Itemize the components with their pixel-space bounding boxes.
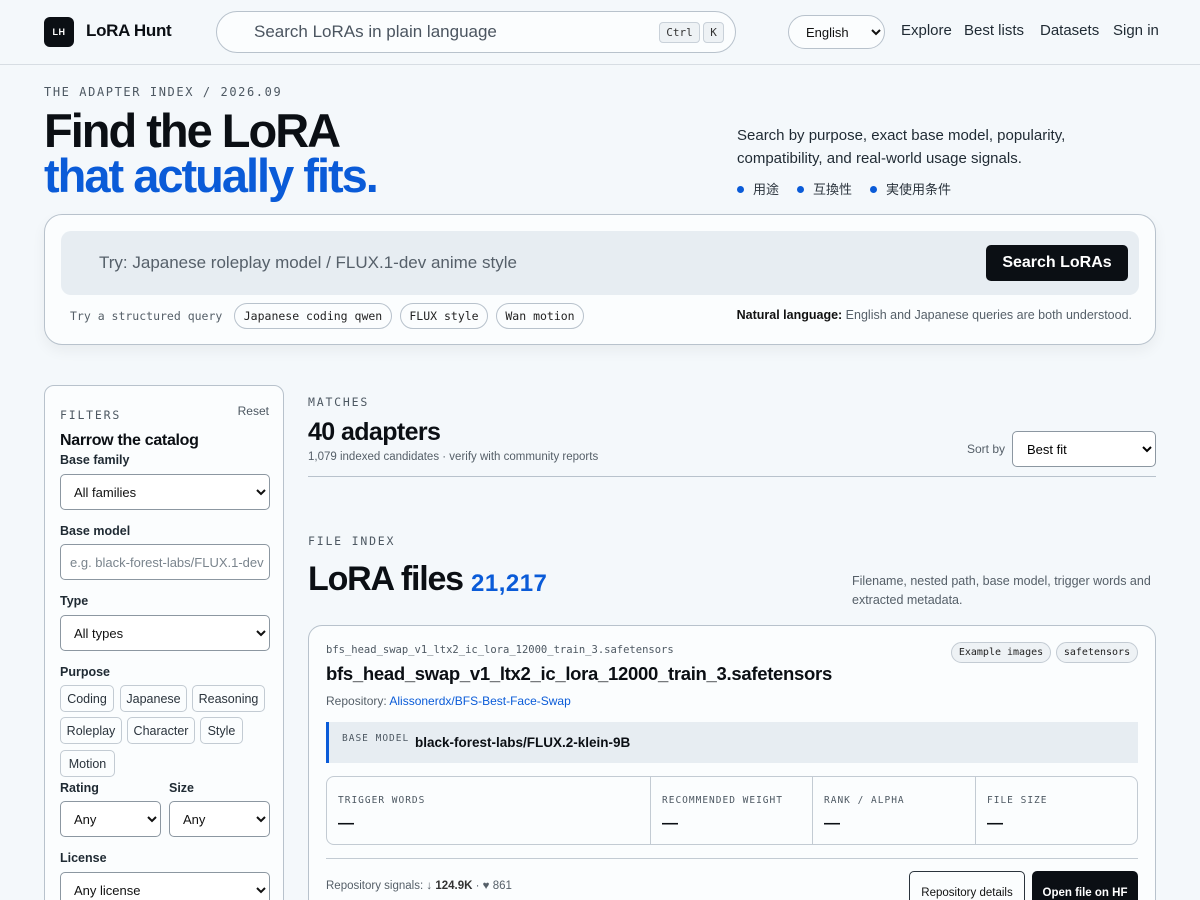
nav-datasets[interactable]: Datasets xyxy=(1040,22,1099,39)
stat-file-size: FILE SIZE — xyxy=(976,777,1137,844)
open-file-on-hf-button[interactable]: Open file on HF xyxy=(1032,871,1138,900)
hero-description: Search by purpose, exact base model, pop… xyxy=(737,127,1066,167)
file-index-count: 21,217 xyxy=(471,570,548,597)
file-stats: TRIGGER WORDS — RECOMMENDED WEIGHT — RAN… xyxy=(326,776,1138,845)
matches-eyebrow: MATCHES xyxy=(308,395,370,409)
brand-logo[interactable]: LH xyxy=(44,17,74,47)
purpose-chip-roleplay[interactable]: Roleplay xyxy=(60,717,122,744)
file-card[interactable]: bfs_head_swap_v1_ltx2_ic_lora_12000_trai… xyxy=(308,625,1156,900)
shortcut-k-key: K xyxy=(703,22,724,43)
stat-label: TRIGGER WORDS xyxy=(338,795,426,806)
stat-value: — xyxy=(338,815,354,832)
rating-select[interactable]: Any xyxy=(60,801,161,837)
badge-safetensors: safetensors xyxy=(1056,642,1138,663)
hero-title-line2: that actually fits. xyxy=(44,149,379,202)
filters-sidebar: FILTERS Reset Narrow the catalog Base fa… xyxy=(44,385,284,900)
natural-language-label: Natural language: xyxy=(736,308,843,322)
stat-rank-alpha: RANK / ALPHA — xyxy=(813,777,976,844)
hero-tag-compatibility: 互換性 xyxy=(797,179,852,198)
type-label: Type xyxy=(60,594,89,608)
card-divider xyxy=(326,858,1138,859)
base-model-value: black-forest-labs/FLUX.2-klein-9B xyxy=(415,735,631,750)
repository-label: Repository: xyxy=(326,694,387,708)
base-model-input[interactable] xyxy=(60,544,270,580)
filters-title: Narrow the catalog xyxy=(60,432,199,449)
stat-value: — xyxy=(987,815,1003,832)
download-count: 124.9K xyxy=(435,880,473,892)
matches-count: 40 adapters xyxy=(308,418,441,446)
signals-separator: · xyxy=(475,880,480,892)
stat-recommended-weight: RECOMMENDED WEIGHT — xyxy=(651,777,813,844)
sort-select[interactable]: Best fit xyxy=(1012,431,1156,467)
license-select[interactable]: Any license xyxy=(60,872,270,900)
purpose-chip-japanese[interactable]: Japanese xyxy=(120,685,187,712)
rating-label: Rating xyxy=(60,781,99,795)
base-model-label: Base model xyxy=(60,524,131,538)
main-search-card: Search LoRAs Try a structured query Japa… xyxy=(44,214,1156,345)
size-select[interactable]: Any xyxy=(169,801,270,837)
purpose-chip-reasoning[interactable]: Reasoning xyxy=(192,685,265,712)
filters-reset-button[interactable]: Reset xyxy=(238,404,269,418)
brand-name[interactable]: LoRA Hunt xyxy=(86,21,172,41)
file-index-title: LoRA files xyxy=(308,560,464,598)
stat-value: — xyxy=(662,815,678,832)
nav-best-lists[interactable]: Best lists xyxy=(964,22,1024,39)
stat-value: — xyxy=(824,815,840,832)
stat-label: FILE SIZE xyxy=(987,795,1048,806)
structured-query-label: Try a structured query xyxy=(70,309,223,323)
file-path: bfs_head_swap_v1_ltx2_ic_lora_12000_trai… xyxy=(326,644,674,656)
file-name[interactable]: bfs_head_swap_v1_ltx2_ic_lora_12000_trai… xyxy=(326,663,832,685)
shortcut-ctrl-key: Ctrl xyxy=(659,22,700,43)
natural-language-text: English and Japanese queries are both un… xyxy=(842,308,1132,322)
stat-label: RANK / ALPHA xyxy=(824,795,905,806)
matches-divider xyxy=(308,476,1156,477)
purpose-chip-motion[interactable]: Motion xyxy=(60,750,115,777)
purpose-label: Purpose xyxy=(60,665,111,679)
language-select[interactable]: English xyxy=(788,15,885,49)
natural-language-note: Natural language: English and Japanese q… xyxy=(737,308,1132,322)
base-family-select[interactable]: All families xyxy=(60,474,270,510)
base-model-box: BASE MODEL black-forest-labs/FLUX.2-klei… xyxy=(326,722,1138,763)
size-label: Size xyxy=(169,781,195,795)
main-search-bar[interactable]: Search LoRAs xyxy=(61,231,1139,295)
matches-subtitle: 1,079 indexed candidates · verify with c… xyxy=(308,451,599,463)
stat-label: RECOMMENDED WEIGHT xyxy=(662,795,783,806)
query-chip-flux-style[interactable]: FLUX style xyxy=(400,303,488,329)
repository-details-button[interactable]: Repository details xyxy=(909,871,1025,900)
header-search[interactable]: Ctrl K xyxy=(216,11,736,53)
logo-text: LH xyxy=(52,27,66,37)
nav-sign-in[interactable]: Sign in xyxy=(1113,22,1159,39)
query-chip-wan-motion[interactable]: Wan motion xyxy=(496,303,584,329)
base-family-label: Base family xyxy=(60,453,130,467)
query-chip-japanese-coding[interactable]: Japanese coding qwen xyxy=(234,303,392,329)
like-count: 861 xyxy=(492,880,512,892)
signals-label: Repository signals: xyxy=(326,880,424,892)
main-search-input[interactable] xyxy=(99,251,899,275)
hero-tag-purpose: 用途 xyxy=(737,179,779,198)
type-select[interactable]: All types xyxy=(60,615,270,651)
purpose-chip-coding[interactable]: Coding xyxy=(60,685,114,712)
hero-tags: 用途 互換性 実使用条件 xyxy=(737,179,951,198)
nav-explore[interactable]: Explore xyxy=(901,22,952,39)
purpose-chip-style[interactable]: Style xyxy=(200,717,243,744)
filters-eyebrow: FILTERS xyxy=(60,408,122,422)
file-index-eyebrow: FILE INDEX xyxy=(308,534,396,548)
repository-link[interactable]: Alissonerdx/BFS-Best-Face-Swap xyxy=(389,694,570,708)
header-search-input[interactable] xyxy=(254,21,654,43)
base-model-eyebrow: BASE MODEL xyxy=(342,733,410,744)
file-index-description: Filename, nested path, base model, trigg… xyxy=(852,574,1151,607)
badge-example-images: Example images xyxy=(951,642,1051,663)
license-label: License xyxy=(60,851,107,865)
download-icon: ↓ xyxy=(426,880,433,892)
stat-trigger-words: TRIGGER WORDS — xyxy=(327,777,651,844)
heart-icon: ♥ xyxy=(482,880,490,892)
hero-tag-usage: 実使用条件 xyxy=(870,179,951,198)
sort-label: Sort by xyxy=(967,442,1006,456)
file-repository: Repository: Alissonerdx/BFS-Best-Face-Sw… xyxy=(326,694,571,708)
search-loras-button[interactable]: Search LoRAs xyxy=(986,245,1128,281)
repository-signals: Repository signals: ↓ 124.9K · ♥ 861 xyxy=(326,880,512,892)
purpose-chip-character[interactable]: Character xyxy=(127,717,195,744)
top-header: LH LoRA Hunt Ctrl K English Explore Best… xyxy=(0,0,1200,65)
hero-eyebrow: THE ADAPTER INDEX / 2026.09 xyxy=(44,85,283,99)
